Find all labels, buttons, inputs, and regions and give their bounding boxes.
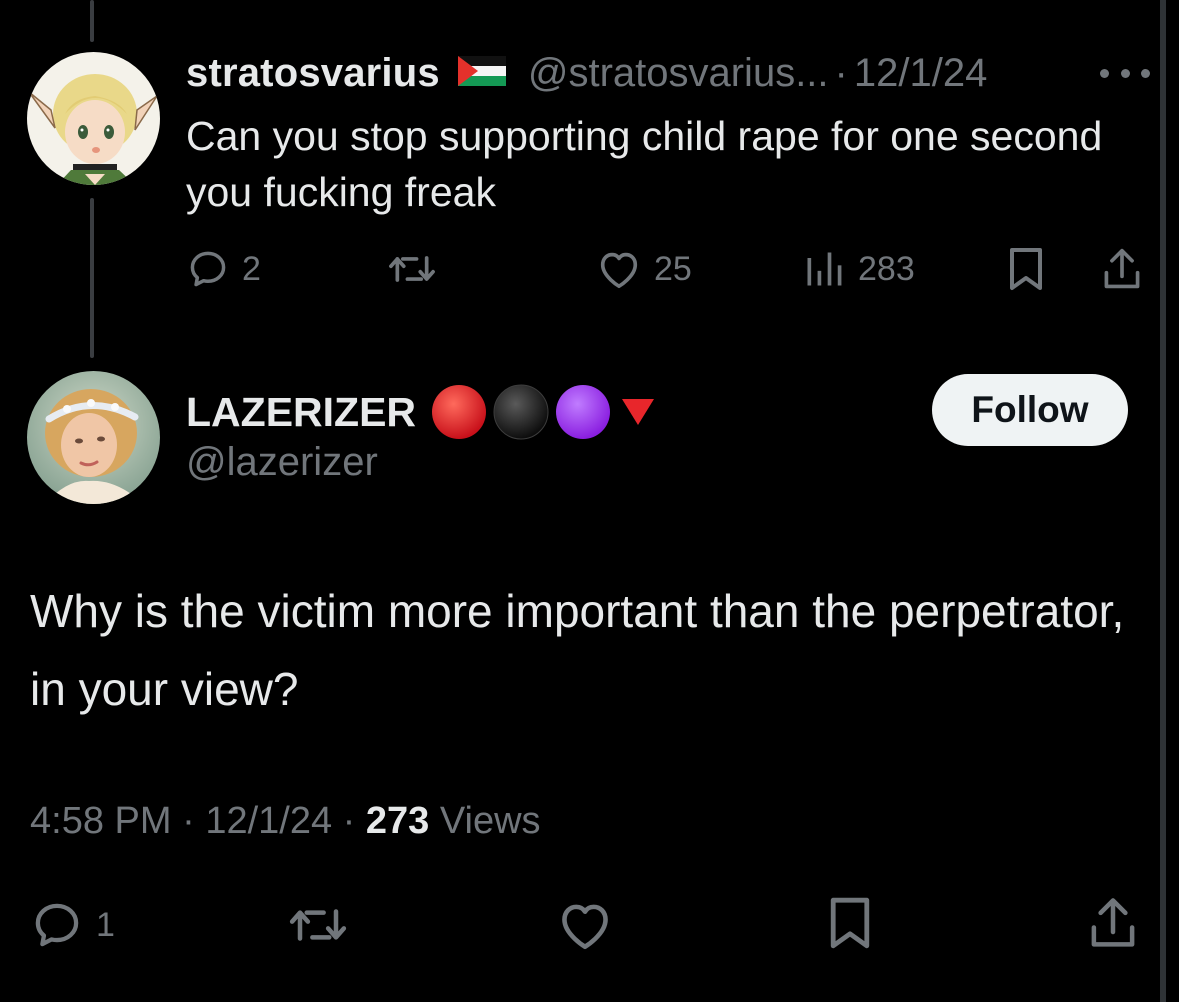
heart-icon bbox=[562, 904, 608, 950]
more-options-icon[interactable] bbox=[1100, 66, 1150, 80]
reply-handle[interactable]: @lazerizer bbox=[186, 440, 378, 485]
share-button[interactable] bbox=[1100, 244, 1144, 294]
avatar-stratosvarius[interactable] bbox=[27, 52, 160, 185]
reply-icon bbox=[35, 903, 79, 947]
repost-button[interactable] bbox=[286, 900, 350, 950]
scrollbar-edge bbox=[1160, 0, 1166, 1002]
bookmark-button[interactable] bbox=[1006, 244, 1046, 294]
reply-tweet-text: Why is the victim more important than th… bbox=[30, 585, 1125, 715]
heart-icon bbox=[600, 252, 638, 289]
reply-name-row: LAZERIZER bbox=[186, 384, 664, 440]
red-down-triangle-icon bbox=[622, 399, 655, 425]
avatar-image bbox=[27, 371, 160, 504]
like-button[interactable] bbox=[556, 900, 614, 950]
analytics-icon bbox=[807, 252, 842, 286]
palestine-flag-icon bbox=[457, 51, 506, 96]
reply-button[interactable]: 2 bbox=[186, 244, 261, 294]
purple-circle-icon bbox=[556, 385, 611, 439]
reply-button[interactable]: 1 bbox=[30, 900, 115, 950]
repost-button[interactable] bbox=[386, 244, 438, 294]
reply-display-name[interactable]: LAZERIZER bbox=[186, 389, 416, 436]
separator-dot: · bbox=[182, 800, 195, 842]
repost-icon bbox=[389, 256, 435, 282]
avatar-lazerizer[interactable] bbox=[27, 371, 160, 504]
parent-date[interactable]: 12/1/24 bbox=[854, 51, 987, 96]
follow-button[interactable]: Follow bbox=[932, 374, 1128, 446]
name-emoji-group bbox=[430, 383, 664, 441]
views-button[interactable]: 283 bbox=[802, 244, 915, 294]
reply-count: 2 bbox=[242, 249, 261, 288]
share-button[interactable] bbox=[1086, 898, 1140, 948]
separator-dot: · bbox=[342, 800, 356, 842]
reply-count: 1 bbox=[96, 905, 115, 944]
views-label: Views bbox=[439, 800, 541, 842]
tweet-time[interactable]: 4:58 PM bbox=[30, 800, 172, 842]
separator-dot: · bbox=[834, 50, 848, 95]
tweet-meta: 4:58 PM · 12/1/24 · 273 Views bbox=[30, 800, 541, 843]
parent-tweet-text: Can you stop supporting child rape for o… bbox=[186, 113, 1103, 215]
red-circle-icon bbox=[432, 385, 487, 439]
reply-icon bbox=[190, 251, 226, 287]
black-circle-icon bbox=[493, 384, 549, 440]
bookmark-icon bbox=[830, 897, 870, 949]
parent-handle[interactable]: @stratosvarius... bbox=[528, 51, 829, 96]
view-count: 283 bbox=[858, 249, 915, 288]
share-icon bbox=[1091, 898, 1135, 947]
bookmark-button[interactable] bbox=[826, 897, 874, 949]
views-count: 273 bbox=[365, 800, 430, 842]
tweet-date[interactable]: 12/1/24 bbox=[205, 800, 332, 842]
thread-line bbox=[90, 198, 94, 358]
bookmark-icon bbox=[1010, 248, 1042, 290]
like-count: 25 bbox=[654, 249, 692, 288]
like-button[interactable]: 25 bbox=[596, 244, 692, 294]
avatar-image bbox=[27, 52, 160, 185]
repost-icon bbox=[289, 909, 347, 941]
parent-display-name[interactable]: stratosvarius bbox=[186, 51, 440, 96]
parent-tweet-header: stratosvarius @stratosvarius... · 12/1/2… bbox=[186, 48, 987, 98]
thread-line bbox=[90, 0, 94, 42]
share-icon bbox=[1104, 248, 1140, 289]
